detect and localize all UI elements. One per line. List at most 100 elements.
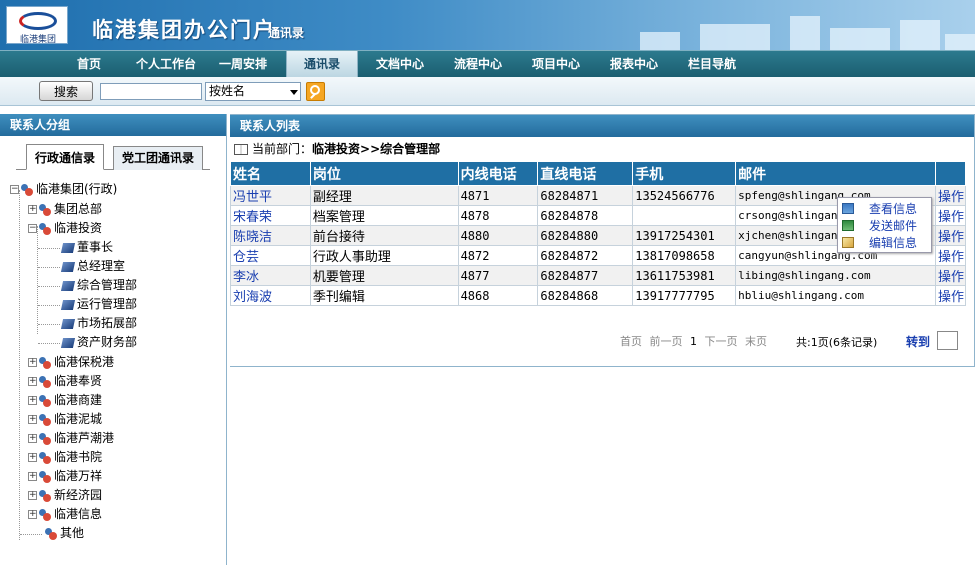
tree-node-bonded-port[interactable]: + 临港保税港 xyxy=(28,353,114,372)
pager-next-page[interactable]: 下一页 xyxy=(705,335,738,348)
contact-direct-phone: 68284880 xyxy=(537,225,634,246)
tree-node-root[interactable]: − 临港集团(行政) xyxy=(10,180,117,199)
tree-node-shangjian[interactable]: + 临港商建 xyxy=(28,391,102,410)
group-icon xyxy=(38,375,52,388)
tree-node-nicheng[interactable]: + 临港泥城 xyxy=(28,410,102,429)
group-icon xyxy=(38,356,52,369)
nav-address-book[interactable]: 通讯录 xyxy=(286,51,358,77)
contact-position: 机要管理 xyxy=(309,265,459,286)
nav-process-center[interactable]: 流程中心 xyxy=(442,51,514,77)
group-icon xyxy=(38,432,52,445)
expand-icon[interactable]: + xyxy=(28,434,37,443)
nav-document-center[interactable]: 文档中心 xyxy=(364,51,436,77)
expand-icon[interactable]: + xyxy=(28,491,37,500)
table-row: 刘海波 季刊编辑 4868 68284868 13917777795 hbliu… xyxy=(230,285,967,306)
operation-link[interactable]: 操作 xyxy=(934,285,967,306)
tab-party-directory[interactable]: 党工团通讯录 xyxy=(113,146,204,170)
pager-last-page[interactable]: 末页 xyxy=(745,335,767,348)
search-go-button[interactable] xyxy=(306,82,325,101)
tree-node-label: 临港信息 xyxy=(54,507,103,521)
tree-node-label: 临港投资 xyxy=(54,221,103,235)
tree-node-shuyuan[interactable]: + 临港书院 xyxy=(28,448,102,467)
tab-admin-directory[interactable]: 行政通信录 xyxy=(26,144,105,170)
tree-node-wanxiang[interactable]: + 临港万祥 xyxy=(28,467,102,486)
tree-node-lingang-investment[interactable]: − 临港投资 xyxy=(28,219,102,238)
expand-icon[interactable]: + xyxy=(28,358,37,367)
column-header-mobile: 手机 xyxy=(632,161,737,186)
tree-node-fengxian[interactable]: + 临港奉贤 xyxy=(28,372,102,391)
operation-link[interactable]: 操作 xyxy=(934,245,967,266)
department-icon xyxy=(60,261,76,272)
operation-link[interactable]: 操作 xyxy=(934,265,967,286)
contact-name-link[interactable]: 宋春荣 xyxy=(230,205,311,226)
group-icon xyxy=(38,203,52,216)
operation-link[interactable]: 操作 xyxy=(934,185,967,206)
tree-node-operations[interactable]: 运行管理部 xyxy=(60,295,137,314)
expand-icon[interactable]: + xyxy=(28,472,37,481)
tree-branch-line xyxy=(20,534,42,535)
current-department: 当前部门：临港投资>>综合管理部 xyxy=(230,137,974,161)
search-button[interactable]: 搜索 xyxy=(39,81,93,101)
collapse-icon[interactable]: − xyxy=(28,224,37,233)
contact-name-link[interactable]: 仓芸 xyxy=(230,245,311,266)
tree-node-gm-office[interactable]: 总经理室 xyxy=(60,257,126,276)
column-header-extension: 内线电话 xyxy=(457,161,539,186)
expand-icon[interactable]: + xyxy=(28,510,37,519)
tree-node-information[interactable]: + 临港信息 xyxy=(28,505,102,524)
department-icon xyxy=(60,299,76,310)
search-icon-handle xyxy=(310,93,316,99)
contact-extension: 4877 xyxy=(457,265,539,286)
menu-item-send-mail[interactable]: 发送邮件 xyxy=(838,217,933,235)
header-building-art xyxy=(830,28,890,50)
tree-branch-line xyxy=(38,267,60,268)
expand-icon[interactable]: + xyxy=(28,205,37,214)
contact-extension: 4868 xyxy=(457,285,539,306)
pager-prev-page[interactable]: 前一页 xyxy=(650,335,683,348)
contact-name-link[interactable]: 刘海波 xyxy=(230,285,311,306)
tree-node-other[interactable]: 其他 xyxy=(44,524,84,543)
contact-name-link[interactable]: 冯世平 xyxy=(230,185,311,206)
pager-first-page[interactable]: 首页 xyxy=(620,335,642,348)
logo-swoosh-icon xyxy=(19,12,57,30)
expand-icon[interactable]: + xyxy=(28,377,37,386)
operation-link[interactable]: 操作 xyxy=(934,205,967,226)
tree-node-label: 综合管理部 xyxy=(77,278,138,292)
menu-item-edit-info[interactable]: 编辑信息 xyxy=(838,234,933,252)
contact-extension: 4878 xyxy=(457,205,539,226)
tree-node-group-hq[interactable]: + 集团总部 xyxy=(28,200,102,219)
nav-home[interactable]: 首页 xyxy=(66,51,112,77)
header-building-art xyxy=(640,32,680,50)
portal-title: 临港集团办公门户 xyxy=(92,17,276,42)
collapse-icon[interactable]: − xyxy=(10,185,19,194)
tree-node-label: 总经理室 xyxy=(77,259,126,273)
tree-node-label: 新经济园 xyxy=(54,488,103,502)
view-info-icon xyxy=(842,203,854,214)
tree-node-chairman[interactable]: 董事长 xyxy=(60,238,113,257)
nav-report-center[interactable]: 报表中心 xyxy=(598,51,670,77)
header-building-art xyxy=(945,34,975,50)
tree-node-luchaogang[interactable]: + 临港芦潮港 xyxy=(28,429,114,448)
contact-name-link[interactable]: 陈晓洁 xyxy=(230,225,311,246)
tree-node-asset-finance[interactable]: 资产财务部 xyxy=(60,333,137,352)
menu-item-label: 发送邮件 xyxy=(869,219,918,233)
jump-page-input[interactable] xyxy=(937,331,958,350)
jump-to-page-button[interactable]: 转到 xyxy=(906,333,930,350)
menu-item-view-info[interactable]: 查看信息 xyxy=(838,200,933,218)
search-input[interactable] xyxy=(100,83,202,100)
tree-node-market-expansion[interactable]: 市场拓展部 xyxy=(60,314,137,333)
expand-icon[interactable]: + xyxy=(28,396,37,405)
tree-node-new-economy-park[interactable]: + 新经济园 xyxy=(28,486,102,505)
search-field-select[interactable]: 按姓名 xyxy=(205,82,301,101)
nav-weekly-schedule[interactable]: 一周安排 xyxy=(210,51,276,77)
nav-project-center[interactable]: 项目中心 xyxy=(520,51,592,77)
group-icon xyxy=(38,508,52,521)
operation-link[interactable]: 操作 xyxy=(934,225,967,246)
tree-node-general-management[interactable]: 综合管理部 xyxy=(60,276,138,295)
contact-name-link[interactable]: 李冰 xyxy=(230,265,311,286)
expand-icon[interactable]: + xyxy=(28,415,37,424)
expand-icon[interactable]: + xyxy=(28,453,37,462)
nav-personal-workbench[interactable]: 个人工作台 xyxy=(128,51,204,77)
nav-column-navigation[interactable]: 栏目导航 xyxy=(676,51,748,77)
chevron-down-icon xyxy=(290,90,298,95)
tree-node-label: 其他 xyxy=(60,526,85,540)
